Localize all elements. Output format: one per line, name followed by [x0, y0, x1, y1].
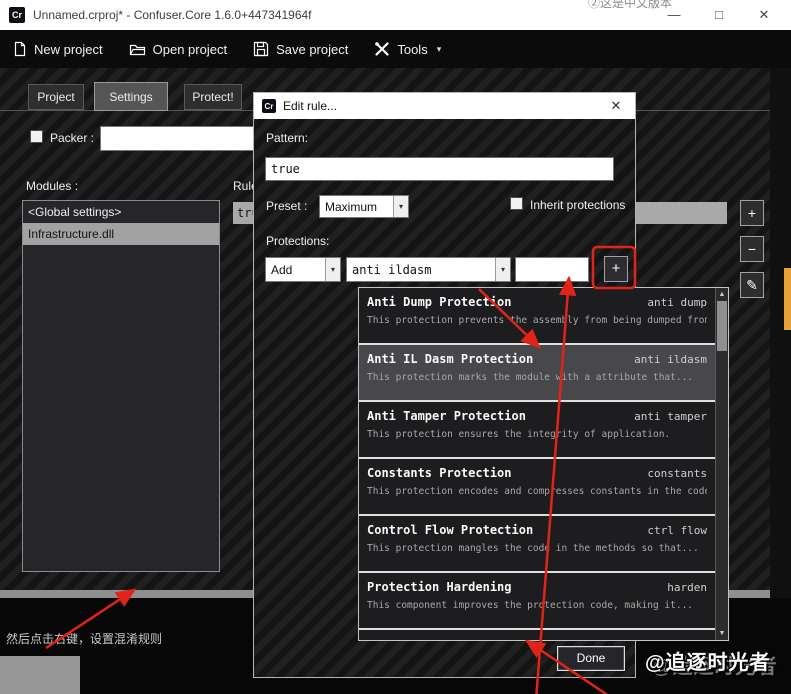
chevron-down-icon: ▾	[325, 258, 340, 281]
background-accent	[784, 268, 791, 330]
protection-description: This protection mangles the code in the …	[367, 543, 707, 554]
tab-project[interactable]: Project	[28, 84, 84, 110]
add-rule-button[interactable]: +	[740, 200, 764, 226]
done-button[interactable]: Done	[557, 646, 625, 671]
save-floppy-icon	[253, 41, 269, 57]
protection-title: Anti Tamper Protection	[367, 409, 526, 423]
protection-description: This protection ensures the integrity of…	[367, 429, 707, 440]
protection-description: This protection marks the module with a …	[367, 372, 707, 383]
protection-option-anti-dump[interactable]: Anti Dump Protection anti dump This prot…	[359, 288, 715, 345]
protection-id: ctrl flow	[647, 524, 707, 537]
popup-scrollbar[interactable]: ▲ ▼	[715, 288, 728, 640]
protection-title: Control Flow Protection	[367, 523, 533, 537]
minimize-button[interactable]: —	[658, 3, 690, 27]
tab-protect[interactable]: Protect!	[184, 84, 242, 110]
dialog-app-icon: Cr	[262, 99, 276, 113]
title-bar: Cr Unnamed.crproj* - Confuser.Core 1.6.0…	[0, 0, 791, 30]
save-project-button[interactable]: Save project	[253, 41, 348, 57]
module-item-global[interactable]: <Global settings>	[23, 201, 219, 223]
dialog-close-icon[interactable]: ✕	[605, 98, 627, 114]
tools-menu-button[interactable]: Tools ▾	[374, 41, 441, 57]
protection-id: constants	[647, 467, 707, 480]
protection-id: anti tamper	[634, 410, 707, 423]
app-icon: Cr	[9, 7, 25, 23]
new-project-button[interactable]: New project	[12, 41, 103, 57]
watermark: @追逐时光者	[645, 646, 771, 675]
packer-label: Packer :	[50, 131, 94, 145]
scrollbar-thumb[interactable]	[717, 301, 727, 351]
tools-icon	[374, 41, 390, 57]
open-project-button[interactable]: Open project	[129, 41, 227, 57]
add-protection-button[interactable]: +	[604, 256, 628, 282]
protection-option-constants[interactable]: Constants Protection constants This prot…	[359, 459, 715, 516]
protection-id: anti ildasm	[634, 353, 707, 366]
protection-argument-input[interactable]	[515, 257, 589, 282]
protection-option-harden[interactable]: Protection Hardening harden This compone…	[359, 573, 715, 630]
modules-label: Modules :	[26, 179, 78, 193]
protections-label: Protections:	[266, 234, 329, 248]
open-project-label: Open project	[153, 42, 227, 57]
protection-title: Constants Protection	[367, 466, 512, 480]
save-project-label: Save project	[276, 42, 348, 57]
preset-dropdown[interactable]: Maximum ▾	[319, 195, 409, 218]
protection-dropdown-value: anti ildasm	[347, 258, 495, 281]
tab-settings[interactable]: Settings	[94, 82, 168, 111]
chevron-down-icon: ▾	[393, 196, 408, 217]
chevron-down-icon: ▾	[437, 44, 442, 55]
protection-title: Protection Hardening	[367, 580, 512, 594]
tutorial-note-text: 然后点击右键，设置混淆规则	[6, 630, 162, 647]
protection-description: This protection prevents the assembly fr…	[367, 315, 707, 326]
background-strip	[770, 68, 791, 598]
packer-checkbox[interactable]	[30, 130, 43, 143]
inherit-protections-checkbox[interactable]	[510, 197, 523, 210]
protection-option-anti-tamper[interactable]: Anti Tamper Protection anti tamper This …	[359, 402, 715, 459]
tools-label: Tools	[397, 42, 427, 57]
protection-id: harden	[667, 581, 707, 594]
remove-rule-button[interactable]: −	[740, 236, 764, 262]
edit-rule-button[interactable]: ✎	[740, 272, 764, 298]
pattern-input[interactable]	[265, 157, 614, 181]
background-block	[0, 656, 80, 694]
new-document-icon	[12, 41, 27, 57]
pattern-label: Pattern:	[266, 131, 308, 145]
scroll-down-icon[interactable]: ▼	[716, 630, 728, 637]
dialog-title-bar: Cr Edit rule... ✕	[254, 93, 635, 119]
module-item-infrastructure[interactable]: Infrastructure.dll	[23, 223, 219, 245]
protection-title: Anti IL Dasm Protection	[367, 352, 533, 366]
protection-title: Anti Dump Protection	[367, 295, 512, 309]
action-dropdown[interactable]: Add ▾	[265, 257, 341, 282]
close-button[interactable]: ✕	[748, 3, 780, 27]
window-title: Unnamed.crproj* - Confuser.Core 1.6.0+44…	[33, 8, 312, 22]
toolbar: New project Open project Save project To…	[0, 30, 791, 68]
dialog-title: Edit rule...	[283, 99, 598, 113]
protections-popup-list: Anti Dump Protection anti dump This prot…	[358, 287, 729, 641]
scroll-up-icon[interactable]: ▲	[716, 291, 728, 298]
protection-dropdown[interactable]: anti ildasm ▾	[346, 257, 511, 282]
preset-value: Maximum	[320, 196, 393, 217]
chevron-down-icon: ▾	[495, 258, 510, 281]
action-value: Add	[266, 258, 325, 281]
protection-id: anti dump	[647, 296, 707, 309]
protection-option-ctrl-flow[interactable]: Control Flow Protection ctrl flow This p…	[359, 516, 715, 573]
screenshot-root: 然后点击右键，设置混淆规则 Cr Unnamed.crproj* - Confu…	[0, 0, 791, 694]
protection-description: This protection encodes and compresses c…	[367, 486, 707, 497]
protection-description: This component improves the protection c…	[367, 600, 707, 611]
new-project-label: New project	[34, 42, 103, 57]
open-folder-icon	[129, 41, 146, 57]
maximize-button[interactable]: □	[703, 3, 735, 27]
modules-list: <Global settings> Infrastructure.dll	[22, 200, 220, 572]
preset-label: Preset :	[266, 199, 307, 213]
protection-options: Anti Dump Protection anti dump This prot…	[359, 288, 715, 640]
inherit-protections-label: Inherit protections	[530, 198, 625, 212]
protection-option-anti-ildasm[interactable]: Anti IL Dasm Protection anti ildasm This…	[359, 345, 715, 402]
